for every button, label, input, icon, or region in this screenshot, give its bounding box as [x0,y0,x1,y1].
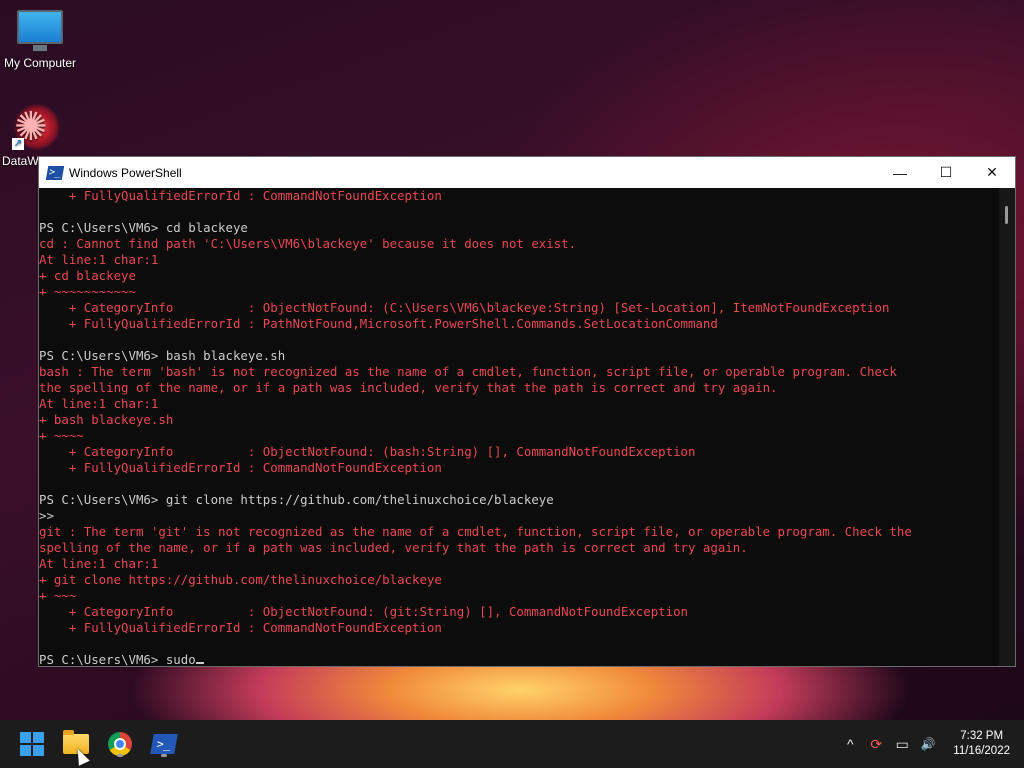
powershell-window[interactable]: >_ Windows PowerShell — ☐ ✕ + FullyQuali… [38,156,1016,667]
taskbar: >_ ^ ⟳ ▭ 🔊 7:32 PM 11/16/2022 [0,720,1024,768]
console-line: At line:1 char:1 [39,396,159,411]
console-scrollbar[interactable] [999,188,1015,666]
console-line: + bash blackeye.sh [39,412,174,427]
console-line: the spelling of the name, or if a path w… [39,380,778,395]
show-hidden-icons-chevron-icon[interactable]: ^ [839,736,861,752]
console-line: + ~~~ [39,588,77,603]
system-tray: ^ ⟳ ▭ 🔊 7:32 PM 11/16/2022 [839,720,1024,768]
volume-icon[interactable]: 🔊 [917,737,939,751]
running-indicator [161,754,167,757]
console-line: + git clone https://github.com/thelinuxc… [39,572,442,587]
network-icon[interactable]: ▭ [891,736,913,753]
console-line: + CategoryInfo : ObjectNotFound: (git:St… [39,604,689,619]
console-line: + ~~~~ [39,428,84,443]
desktop-icon-my-computer[interactable]: My Computer [0,10,80,70]
console-line: + ~~~~~~~~~~~ [39,284,136,299]
running-indicator [117,754,123,757]
start-button[interactable] [16,728,48,760]
console-prompt: PS C:\Users\VM6> sudo [39,652,196,666]
chrome-icon [108,732,132,756]
windows-logo-icon [20,732,44,756]
console-line: PS C:\Users\VM6> git clone https://githu… [39,492,554,507]
console-line: + FullyQualifiedErrorId : CommandNotFoun… [39,188,442,203]
console-line: + CategoryInfo : ObjectNotFound: (C:\Use… [39,300,890,315]
console-line: cd : Cannot find path 'C:\Users\VM6\blac… [39,236,577,251]
window-title: Windows PowerShell [69,165,182,180]
console-prompt-line[interactable]: PS C:\Users\VM6> sudo [39,652,999,666]
console-output[interactable]: + FullyQualifiedErrorId : CommandNotFoun… [39,188,999,666]
monitor-icon [17,10,63,51]
maximize-button[interactable]: ☐ [923,157,969,188]
window-titlebar[interactable]: >_ Windows PowerShell — ☐ ✕ [39,157,1015,188]
console-line: git : The term 'git' is not recognized a… [39,524,912,539]
console-line: PS C:\Users\VM6> bash blackeye.sh [39,348,286,363]
shortcut-arrow-icon: ↗ [12,138,24,150]
console-line: spelling of the name, or if a path was i… [39,540,748,555]
powershell-icon: >_ [150,734,178,754]
powershell-taskbar-button[interactable]: >_ [148,728,180,760]
chrome-button[interactable] [104,728,136,760]
console-line: + CategoryInfo : ObjectNotFound: (bash:S… [39,444,696,459]
console-line: + FullyQualifiedErrorId : PathNotFound,M… [39,316,718,331]
scrollbar-thumb[interactable] [1005,206,1008,224]
powershell-icon: >_ [45,165,65,180]
console-line: PS C:\Users\VM6> cd blackeye [39,220,248,235]
text-cursor [195,662,204,664]
clock-date: 11/16/2022 [953,745,1010,757]
desktop-icon-label: My Computer [3,56,77,70]
console-line: + cd blackeye [39,268,136,283]
console-line: + FullyQualifiedErrorId : CommandNotFoun… [39,460,442,475]
close-button[interactable]: ✕ [969,157,1015,188]
console-line: + FullyQualifiedErrorId : CommandNotFoun… [39,620,442,635]
console-line: At line:1 char:1 [39,556,159,571]
clock[interactable]: 7:32 PM 11/16/2022 [953,729,1010,759]
console-line: >> [39,508,54,523]
console-line: bash : The term 'bash' is not recognized… [39,364,897,379]
clock-time: 7:32 PM [960,730,1004,742]
minimize-button[interactable]: — [877,157,923,188]
console-line: At line:1 char:1 [39,252,159,267]
update-icon[interactable]: ⟳ [865,736,887,753]
